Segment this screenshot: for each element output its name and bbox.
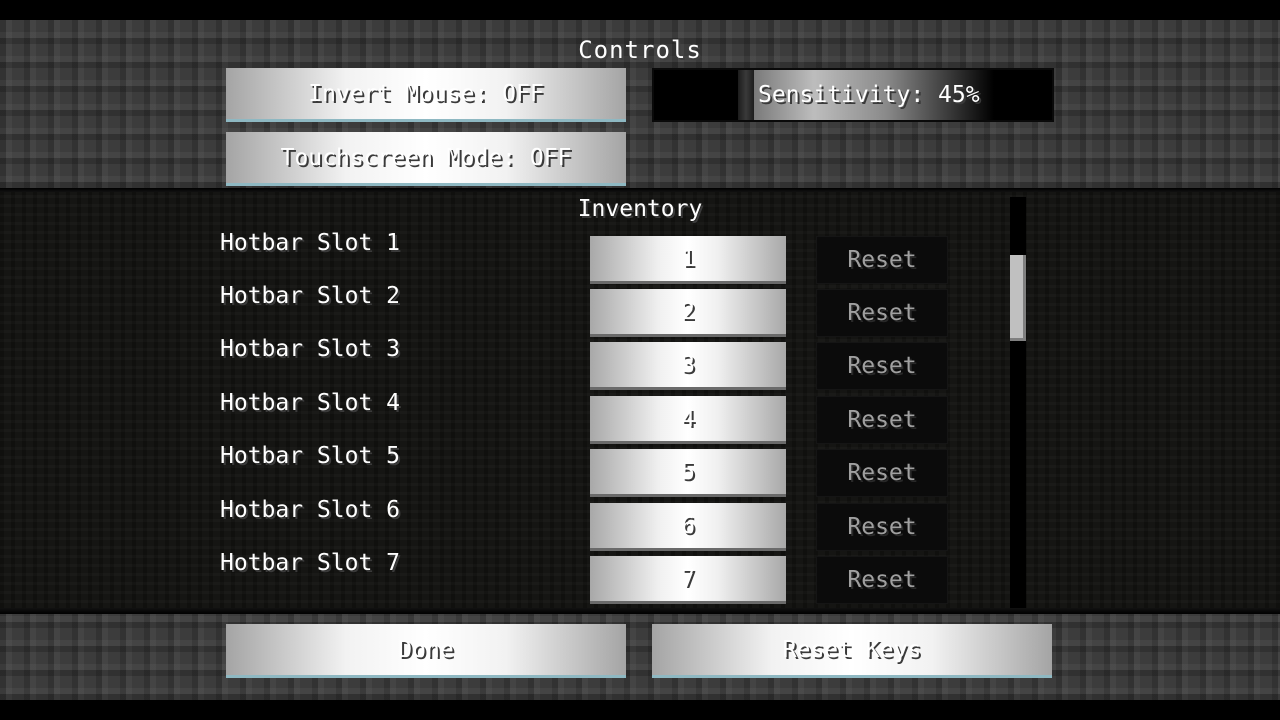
keybind-key-button[interactable]: 4 [590, 396, 786, 444]
invert-mouse-button[interactable]: Invert Mouse: OFF [226, 68, 626, 122]
keybind-label: Hotbar Slot 2 [220, 283, 401, 309]
reset-button[interactable]: Reset [816, 342, 948, 390]
keybind-label: Hotbar Slot 4 [220, 390, 401, 416]
reset-button[interactable]: Reset [816, 289, 948, 337]
keybind-label: Hotbar Slot 1 [220, 230, 401, 256]
scrollbar-thumb[interactable] [1010, 255, 1026, 341]
sensitivity-slider[interactable]: Sensitivity: 45% [652, 68, 1054, 122]
touchscreen-mode-button[interactable]: Touchscreen Mode: OFF [226, 132, 626, 186]
letterbox-bottom [0, 700, 1280, 720]
page-title: Controls [578, 36, 702, 64]
keybind-key-button[interactable]: 2 [590, 289, 786, 337]
sensitivity-label: Sensitivity: 45% [754, 70, 994, 120]
keybind-row: Hotbar Slot 5 5 Reset [0, 443, 1010, 499]
keybind-label: Hotbar Slot 6 [220, 497, 401, 523]
keybind-key-button[interactable]: 5 [590, 449, 786, 497]
keybind-key-button[interactable]: 6 [590, 503, 786, 551]
keybind-label: Hotbar Slot 5 [220, 443, 401, 469]
reset-button[interactable]: Reset [816, 503, 948, 551]
reset-button[interactable]: Reset [816, 556, 948, 604]
reset-button[interactable]: Reset [816, 449, 948, 497]
keybind-row: Hotbar Slot 6 6 Reset [0, 497, 1010, 553]
keybind-row: Hotbar Slot 2 2 Reset [0, 283, 1010, 339]
slider-track [654, 70, 738, 120]
keybind-row: Hotbar Slot 1 1 Reset [0, 230, 1010, 286]
keybind-label: Hotbar Slot 3 [220, 336, 401, 362]
list-top-edge [0, 188, 1280, 192]
keybind-key-button[interactable]: 7 [590, 556, 786, 604]
reset-button[interactable]: Reset [816, 236, 948, 284]
keybind-row: Hotbar Slot 3 3 Reset [0, 336, 1010, 392]
keybind-key-button[interactable]: 3 [590, 342, 786, 390]
done-button[interactable]: Done [226, 624, 626, 678]
reset-keys-button[interactable]: Reset Keys [652, 624, 1052, 678]
slider-thumb[interactable] [738, 70, 754, 120]
keybind-key-button[interactable]: 1 [590, 236, 786, 284]
keybind-row: Hotbar Slot 4 4 Reset [0, 390, 1010, 446]
keybind-label: Hotbar Slot 7 [220, 550, 401, 576]
category-heading: Inventory [577, 196, 703, 222]
letterbox-top [0, 0, 1280, 20]
reset-button[interactable]: Reset [816, 396, 948, 444]
footer-background [0, 614, 1280, 700]
keybind-row: Hotbar Slot 7 7 Reset [0, 550, 1010, 606]
